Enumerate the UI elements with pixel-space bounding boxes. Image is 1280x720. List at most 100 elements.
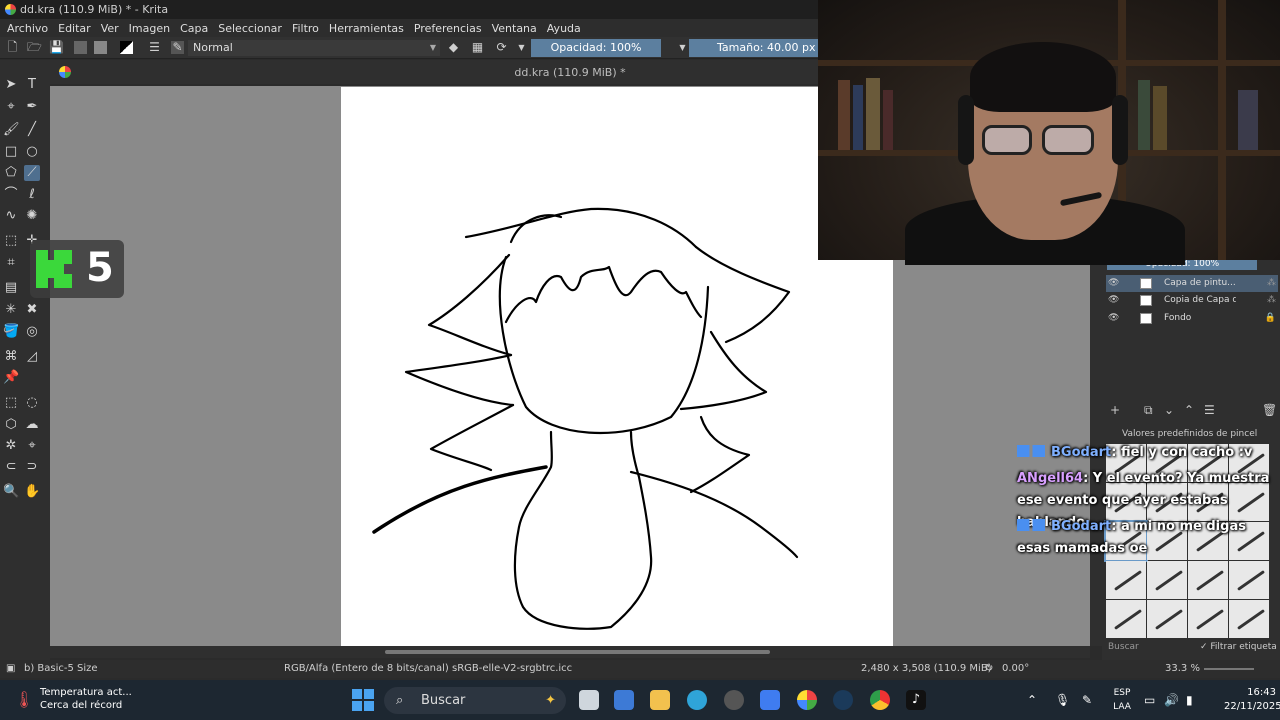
zoom-slider[interactable]	[1204, 668, 1254, 670]
lock-icon[interactable]: 🔒	[1265, 310, 1276, 327]
line-tool-icon[interactable]: ╱	[24, 122, 40, 138]
calligraphy-tool-icon[interactable]: ✒	[24, 99, 40, 115]
contiguous-select-tool-icon[interactable]: ✲	[3, 438, 19, 454]
assistant-tool-icon[interactable]: ⌘	[3, 349, 19, 365]
freehand-path-tool-icon[interactable]: ℓ	[24, 187, 40, 203]
colorize-mask-tool-icon[interactable]: ✳	[3, 302, 19, 318]
eye-icon[interactable]: 👁	[1108, 275, 1120, 292]
opacity-slider[interactable]: Opacidad: 100%	[531, 39, 661, 57]
file-explorer-icon[interactable]	[650, 690, 670, 710]
freehand-brush-tool-icon[interactable]: 🖌	[3, 122, 20, 138]
menu-filtro[interactable]: Filtro	[292, 22, 319, 35]
discord-like-app-icon[interactable]	[760, 690, 780, 710]
brush-preset-item[interactable]	[1188, 561, 1228, 599]
menu-preferencias[interactable]: Preferencias	[414, 22, 482, 35]
edit-shapes-tool-icon[interactable]: ⌖	[3, 99, 19, 115]
fill-tool-icon[interactable]: 🪣	[3, 324, 19, 340]
obs-icon[interactable]	[724, 690, 744, 710]
brush-settings-icon[interactable]: ☰	[148, 41, 161, 54]
horizontal-scrollbar[interactable]	[50, 646, 1090, 658]
ellipse-select-tool-icon[interactable]: ◌	[24, 395, 40, 411]
gradient-tool-icon[interactable]: ▤	[3, 280, 19, 296]
layer-flags-icon[interactable]: ⁂	[1267, 275, 1276, 292]
brush-preset-item[interactable]	[1147, 600, 1187, 638]
menu-ver[interactable]: Ver	[101, 22, 119, 35]
gradient-swatch-icon[interactable]	[74, 41, 87, 54]
move-layer-up-icon[interactable]: ⌃	[1184, 403, 1194, 417]
weather-widget[interactable]: Temperatura act... Cerca del récord	[40, 686, 170, 714]
zoom-tool-icon[interactable]: 🔍	[3, 484, 19, 500]
battery-icon[interactable]: ▮	[1186, 690, 1202, 710]
brush-preset-item[interactable]	[1147, 561, 1187, 599]
blend-mode-select[interactable]: Normal ▼	[188, 40, 440, 56]
pen-icon[interactable]: ✎	[1082, 690, 1098, 710]
polyline-tool-icon[interactable]: ⟋	[24, 165, 40, 181]
brush-preset-item[interactable]	[1188, 600, 1228, 638]
layer-properties-icon[interactable]: ☰	[1204, 403, 1215, 417]
menu-seleccionar[interactable]: Seleccionar	[218, 22, 282, 35]
transform-tool-icon[interactable]: ⬚	[3, 233, 19, 249]
zoom-value[interactable]: 33.3 %	[1165, 660, 1200, 678]
task-view-icon[interactable]	[579, 690, 599, 710]
windows-start-icon[interactable]	[352, 689, 374, 711]
move-layer-down-icon[interactable]: ⌄	[1164, 403, 1174, 417]
thermometer-icon[interactable]: 🌡	[14, 690, 34, 710]
brush-size-slider[interactable]: Tamaño: 40.00 px	[689, 39, 818, 57]
brush-preset-item[interactable]	[1106, 561, 1146, 599]
layer-row[interactable]: 👁 Capa de pintu... ⁂	[1106, 275, 1278, 292]
microsoft-store-icon[interactable]	[614, 690, 634, 710]
sketch-drawing[interactable]	[341, 87, 893, 646]
rotation-value[interactable]: 0.00°	[1002, 660, 1029, 678]
edge-browser-icon[interactable]	[687, 690, 707, 710]
menu-ayuda[interactable]: Ayuda	[547, 22, 581, 35]
reload-preset-icon[interactable]: ⟳	[495, 41, 508, 54]
layer-row[interactable]: 👁 Copia de Capa d... ⁂	[1106, 292, 1278, 309]
add-layer-icon[interactable]: +	[1110, 403, 1120, 417]
layer-row[interactable]: 👁 Fondo 🔒	[1106, 310, 1278, 327]
chevron-up-icon[interactable]: ⌃	[1027, 690, 1043, 710]
volume-icon[interactable]: 🔊	[1164, 690, 1180, 710]
reference-tool-icon[interactable]: 📌	[3, 370, 19, 386]
polygon-tool-icon[interactable]: ⬠	[3, 165, 19, 181]
dynamic-brush-tool-icon[interactable]: ∿	[3, 208, 19, 224]
delete-layer-icon[interactable]: 🗑	[1262, 403, 1277, 417]
bezier-select-tool-icon[interactable]: ⊂	[3, 459, 19, 475]
brush-preset-item[interactable]	[1229, 600, 1269, 638]
filter-tag-toggle[interactable]: ✓ Filtrar etiqueta	[1200, 640, 1280, 654]
chrome-icon[interactable]	[870, 690, 890, 710]
steam-icon[interactable]	[833, 690, 853, 710]
select-shapes-tool-icon[interactable]: ➤	[3, 77, 19, 93]
layer-flags-icon[interactable]: ⁂	[1267, 292, 1276, 309]
microphone-icon[interactable]: 🎙	[1055, 690, 1071, 710]
brush-preset-item[interactable]	[1229, 561, 1269, 599]
rectangle-tool-icon[interactable]: □	[3, 144, 19, 160]
eye-icon[interactable]: 👁	[1108, 292, 1120, 309]
freehand-select-tool-icon[interactable]: ☁	[24, 417, 40, 433]
pan-tool-icon[interactable]: ✋	[24, 484, 40, 500]
open-document-icon[interactable]: 🗁	[27, 41, 42, 54]
chevron-down-icon[interactable]: ▼	[676, 41, 689, 54]
new-document-icon[interactable]: 🗋	[6, 41, 19, 54]
krita-taskbar-icon[interactable]	[797, 690, 817, 710]
menu-herramientas[interactable]: Herramientas	[329, 22, 404, 35]
crop-tool-icon[interactable]: ⌗	[3, 255, 19, 271]
duplicate-layer-icon[interactable]: ⧉	[1144, 403, 1153, 418]
taskbar-search-box[interactable]: ⌕ Buscar ✦	[384, 687, 566, 714]
similar-select-tool-icon[interactable]: ⌖	[24, 438, 40, 454]
input-language-indicator[interactable]: ESP LAA	[1107, 686, 1137, 714]
network-icon[interactable]: ▭	[1144, 690, 1160, 710]
multibrush-tool-icon[interactable]: ✺	[24, 208, 40, 224]
ellipse-tool-icon[interactable]: ○	[24, 144, 40, 160]
brush-preset-item[interactable]	[1106, 600, 1146, 638]
bezier-tool-icon[interactable]: ⌒	[3, 187, 19, 203]
eraser-icon[interactable]: ◆	[447, 41, 460, 54]
menu-capa[interactable]: Capa	[180, 22, 208, 35]
horizontal-scrollbar-thumb[interactable]	[385, 650, 770, 654]
menu-ventana[interactable]: Ventana	[492, 22, 537, 35]
menu-archivo[interactable]: Archivo	[7, 22, 48, 35]
preserve-alpha-icon[interactable]: ▦	[471, 41, 484, 54]
brush-preset-icon[interactable]: ✎	[171, 41, 184, 54]
taskbar-clock[interactable]: 16:43 22/11/2025	[1224, 686, 1280, 714]
brush-search-input[interactable]: Buscar	[1106, 640, 1166, 654]
fg-bg-color-icon[interactable]	[120, 41, 133, 54]
